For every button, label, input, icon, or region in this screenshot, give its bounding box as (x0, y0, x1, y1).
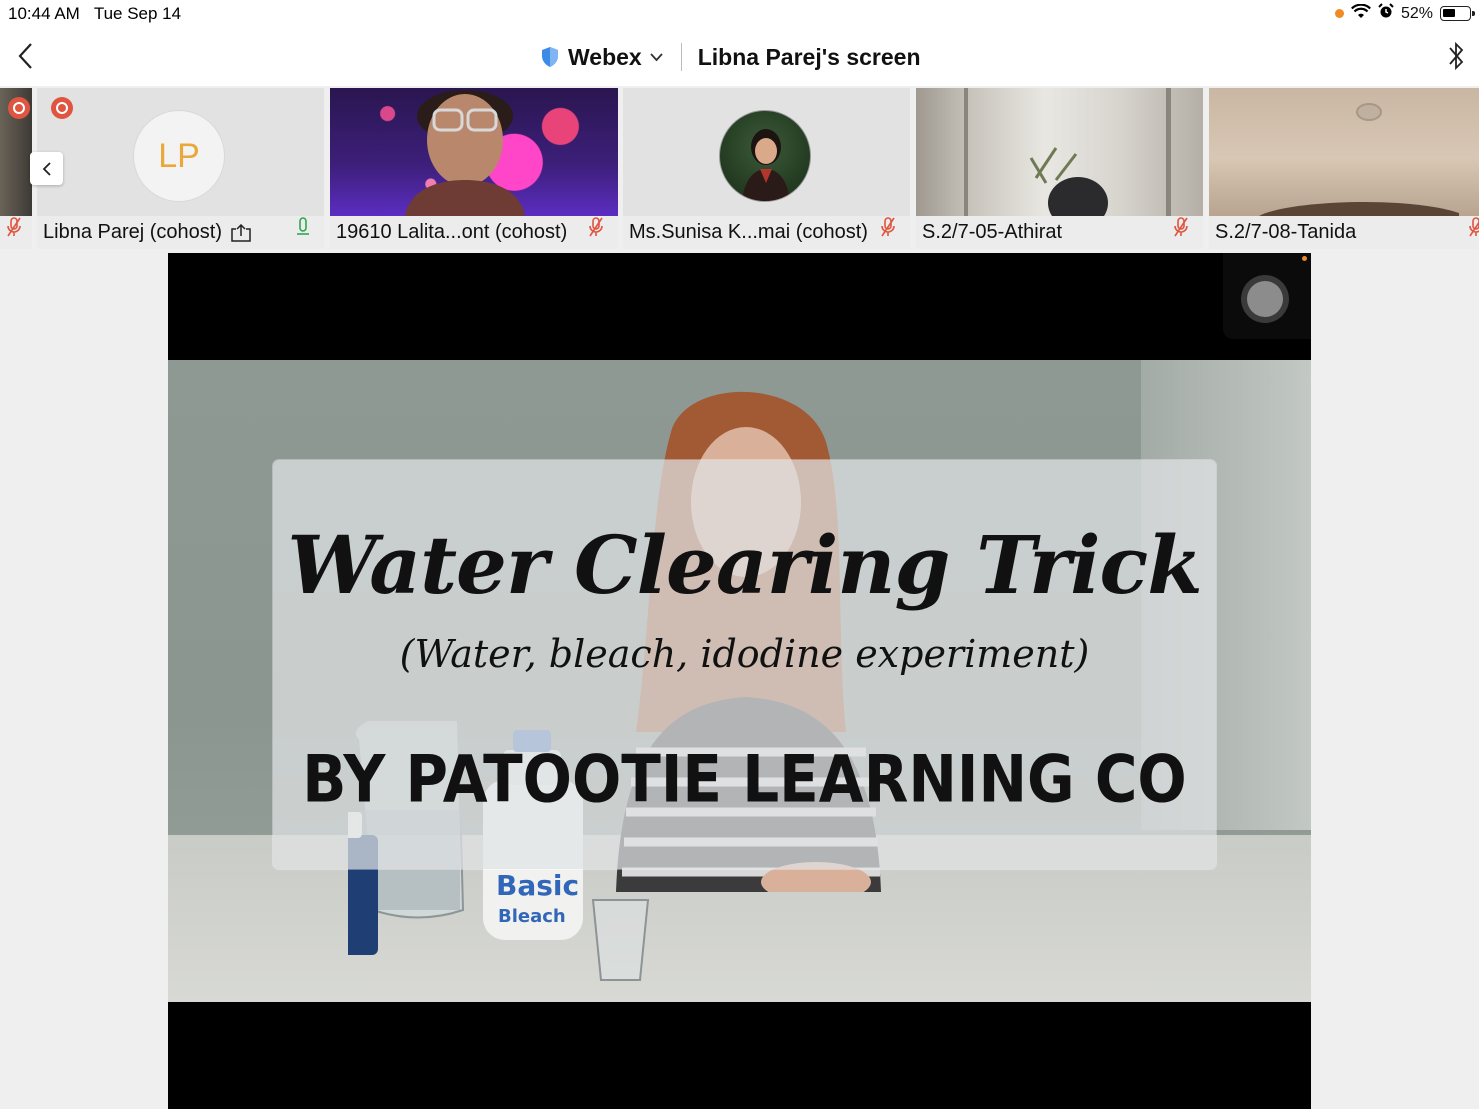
chevron-left-icon (18, 43, 32, 69)
mic-active-icon (296, 216, 310, 243)
chevron-left-icon (42, 161, 51, 176)
participant-video (916, 88, 1203, 216)
mic-muted-icon (6, 216, 22, 243)
video-byline: BY PATOOTIE LEARNING CO (302, 740, 1187, 818)
webex-label: Webex (568, 43, 642, 70)
bottle-label-bleach: Bleach (498, 906, 566, 927)
nav-center: Webex Libna Parej's screen (540, 40, 921, 74)
mic-muted-icon (1173, 216, 1189, 243)
battery-percent: 52% (1400, 4, 1433, 22)
video-title: Water Clearing Trick (287, 518, 1202, 612)
webex-menu-button[interactable]: Webex (540, 44, 663, 71)
shared-video-frame: Basic Bleach Water Clearing Trick (Water… (168, 360, 1311, 1002)
participant-name: Ms.Sunisa K...mai (cohost) (629, 221, 868, 243)
record-button[interactable] (1223, 253, 1311, 339)
status-time: 10:44 AM (8, 4, 80, 23)
bluetooth-icon (1449, 41, 1464, 71)
participant-tile-sunisa[interactable]: Ms.Sunisa K...mai (cohost) (623, 88, 910, 249)
shared-screen-title: Libna Parej's screen (697, 43, 921, 70)
avatar: LP (133, 110, 225, 202)
person-silhouette (405, 90, 525, 216)
wifi-icon (1350, 3, 1371, 24)
shared-screen-area[interactable]: Basic Bleach Water Clearing Trick (Water… (168, 253, 1311, 1109)
participant-label: Ms.Sunisa K...mai (cohost) (623, 216, 910, 249)
battery-level-fill (1443, 9, 1456, 17)
participant-tile-athirat[interactable]: S.2/7-05-Athirat (916, 88, 1203, 249)
status-time-date: 10:44 AM Tue Sep 14 (8, 4, 181, 24)
back-button[interactable] (10, 38, 40, 74)
participant-label: S.2/7-08-Tanida (1209, 216, 1479, 249)
recording-indicator-dot (1302, 256, 1307, 261)
video-title-card: Water Clearing Trick (Water, bleach, ido… (273, 460, 1216, 869)
video-subtitle: (Water, bleach, idodine experiment) (399, 632, 1090, 676)
avatar (719, 110, 811, 202)
battery-icon (1440, 6, 1475, 21)
strip-scroll-left-button[interactable] (30, 152, 63, 185)
participants-strip[interactable]: LP Libna Parej (cohost) 19610 Lalita...o… (0, 88, 1479, 250)
participant-label: 19610 Lalita...ont (cohost) (330, 216, 618, 249)
alarm-icon (1378, 3, 1394, 24)
record-icon (1241, 275, 1289, 323)
status-bar: 10:44 AM Tue Sep 14 52% (0, 0, 1479, 28)
participant-tile-lalita[interactable]: 19610 Lalita...ont (cohost) (330, 88, 618, 249)
meeting-nav-bar: Webex Libna Parej's screen (0, 28, 1479, 86)
nav-divider (680, 43, 682, 71)
bottle-label-basic: Basic (496, 869, 579, 902)
status-date: Tue Sep 14 (93, 4, 182, 23)
recording-badge-icon (51, 97, 73, 119)
participant-video (1209, 88, 1479, 216)
participant-name: 19610 Lalita...ont (cohost) (336, 221, 568, 243)
mic-muted-icon (588, 216, 604, 243)
participant-video (330, 88, 618, 216)
participant-label: Libna Parej (cohost) (37, 216, 324, 249)
room-background (964, 88, 1171, 216)
participant-name: S.2/7-08-Tanida (1215, 221, 1357, 243)
room-background (1259, 103, 1459, 216)
mic-muted-icon (1468, 216, 1479, 243)
recording-badge-icon (8, 97, 30, 119)
mic-muted-icon (880, 216, 896, 243)
participant-tile-tanida[interactable]: S.2/7-08-Tanida (1209, 88, 1479, 249)
participant-tile-partial[interactable] (0, 88, 32, 249)
participant-label: S.2/7-05-Athirat (916, 216, 1203, 249)
participant-name: Libna Parej (cohost) (43, 221, 222, 243)
mic-in-use-indicator (1334, 9, 1344, 18)
status-indicators: 52% (1334, 3, 1475, 24)
avatar-photo-image (742, 129, 790, 201)
chevron-down-icon (650, 52, 663, 61)
participant-name: S.2/7-05-Athirat (922, 221, 1063, 243)
bluetooth-audio-button[interactable] (1447, 40, 1465, 77)
share-screen-icon (231, 223, 251, 242)
participant-tile-libna[interactable]: LP Libna Parej (cohost) (37, 88, 324, 249)
shield-icon (542, 47, 558, 67)
